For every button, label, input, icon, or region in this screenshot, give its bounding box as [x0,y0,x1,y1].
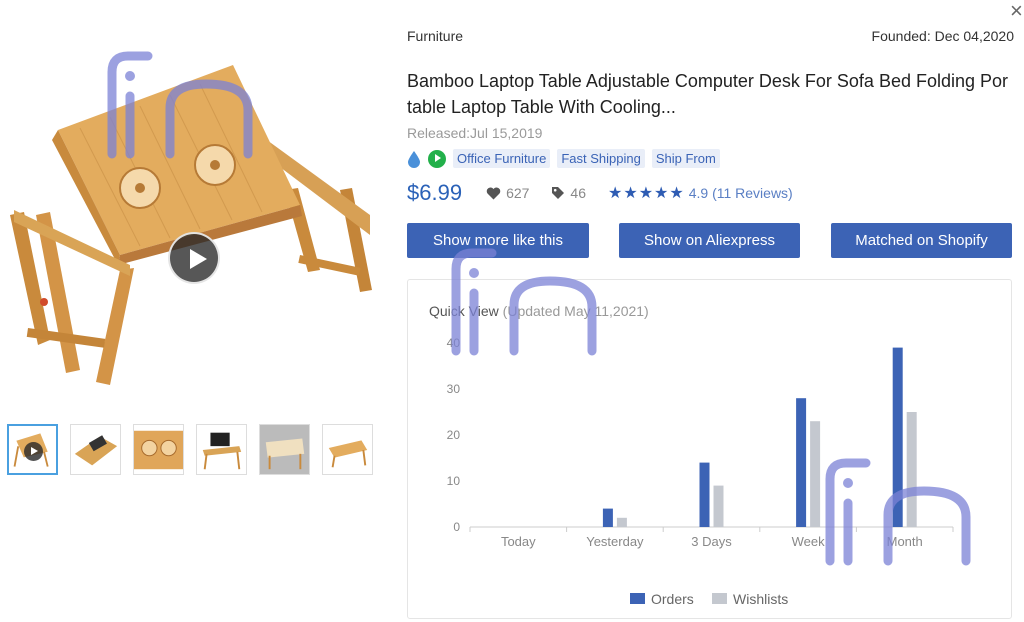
legend-swatch [630,593,645,604]
orders-bar [892,347,903,527]
x-tick-label: Today [501,534,536,549]
quick-view-chart: 0 10 20 30 40 Today Yesterday 3 Days Week Month Or… [447,336,954,607]
thumbnail-image [74,435,118,466]
matched-on-shopify-button[interactable]: Matched on Shopify [831,223,1012,258]
legend-swatch [712,593,727,604]
orders-bar [602,508,613,527]
wishlists-bar [906,412,917,527]
quick-view-label: Quick View [429,303,499,319]
thumbnail-3[interactable] [133,424,184,475]
star-rating: ★★★★★ [608,185,685,202]
x-tick-label: Yesterday [586,534,644,549]
thumbnail-image [134,430,183,470]
close-icon[interactable]: × [1010,0,1023,22]
orders-bar [699,462,710,527]
thumbnail-video[interactable] [7,424,58,475]
laptop-table-image [10,65,372,385]
tags-stat: 46 [551,185,586,201]
legend-orders: Orders [651,591,694,607]
thumbnail-strip [7,424,373,475]
thumbnail-2[interactable] [70,424,121,475]
tag-row: Office Furniture Fast Shipping Ship From [407,149,720,168]
play-icon [24,442,43,461]
price-row: $6.99 627 46 ★★★★★ 4.9 (11 Reviews) [407,180,793,206]
price: $6.99 [407,180,463,205]
play-icon [428,149,446,168]
y-tick-label: 30 [447,382,461,396]
updated-date: (Updated May 11,2021) [502,303,649,319]
thumbnail-image [260,425,309,474]
rating-text[interactable]: 4.9 (11 Reviews) [689,185,793,201]
x-tick-label: 3 Days [691,534,732,549]
wishlists-bar [810,421,821,527]
show-more-button[interactable]: Show more like this [407,223,589,258]
thumbnail-4[interactable] [196,424,247,475]
thumbnail-6[interactable] [322,424,373,475]
orders-bar [796,398,807,527]
tag-ship-from[interactable]: Ship From [651,149,720,168]
wishlists-bar [616,517,627,527]
thumbnail-5[interactable] [259,424,310,475]
quick-view-card: 0 10 20 30 40 Today Yesterday 3 Days Week Month Or… [407,279,1012,619]
x-tick-label: Week [792,534,825,549]
released-date: Released:Jul 15,2019 [407,125,543,141]
founded-date: Founded: Dec 04,2020 [871,28,1014,44]
y-tick-label: 20 [447,428,461,442]
tag-icon [552,187,565,199]
x-tick-label: Month [887,534,923,549]
thumbnail-image [328,440,368,468]
likes-stat: 627 [486,185,529,201]
wishlists-bar [713,485,724,527]
y-tick-label: 0 [453,520,460,534]
heart-icon [486,187,501,199]
quick-view-title: Quick View (Updated May 11,2021) [429,303,649,319]
y-tick-label: 10 [447,474,461,488]
drop-icon [408,150,420,168]
tag-office-furniture[interactable]: Office Furniture [453,149,551,168]
likes-count: 627 [506,185,530,201]
y-tick-label: 40 [447,336,461,350]
legend-wishlists: Wishlists [733,591,788,607]
thumbnail-image [202,432,242,470]
category-label: Furniture [407,28,464,44]
product-title[interactable]: Bamboo Laptop Table Adjustable Computer … [407,68,1012,120]
tag-count: 46 [570,185,586,201]
product-main-image[interactable] [0,40,390,390]
tag-fast-shipping[interactable]: Fast Shipping [557,149,645,168]
show-on-aliexpress-button[interactable]: Show on Aliexpress [619,223,800,258]
video-play-button[interactable] [168,232,220,284]
